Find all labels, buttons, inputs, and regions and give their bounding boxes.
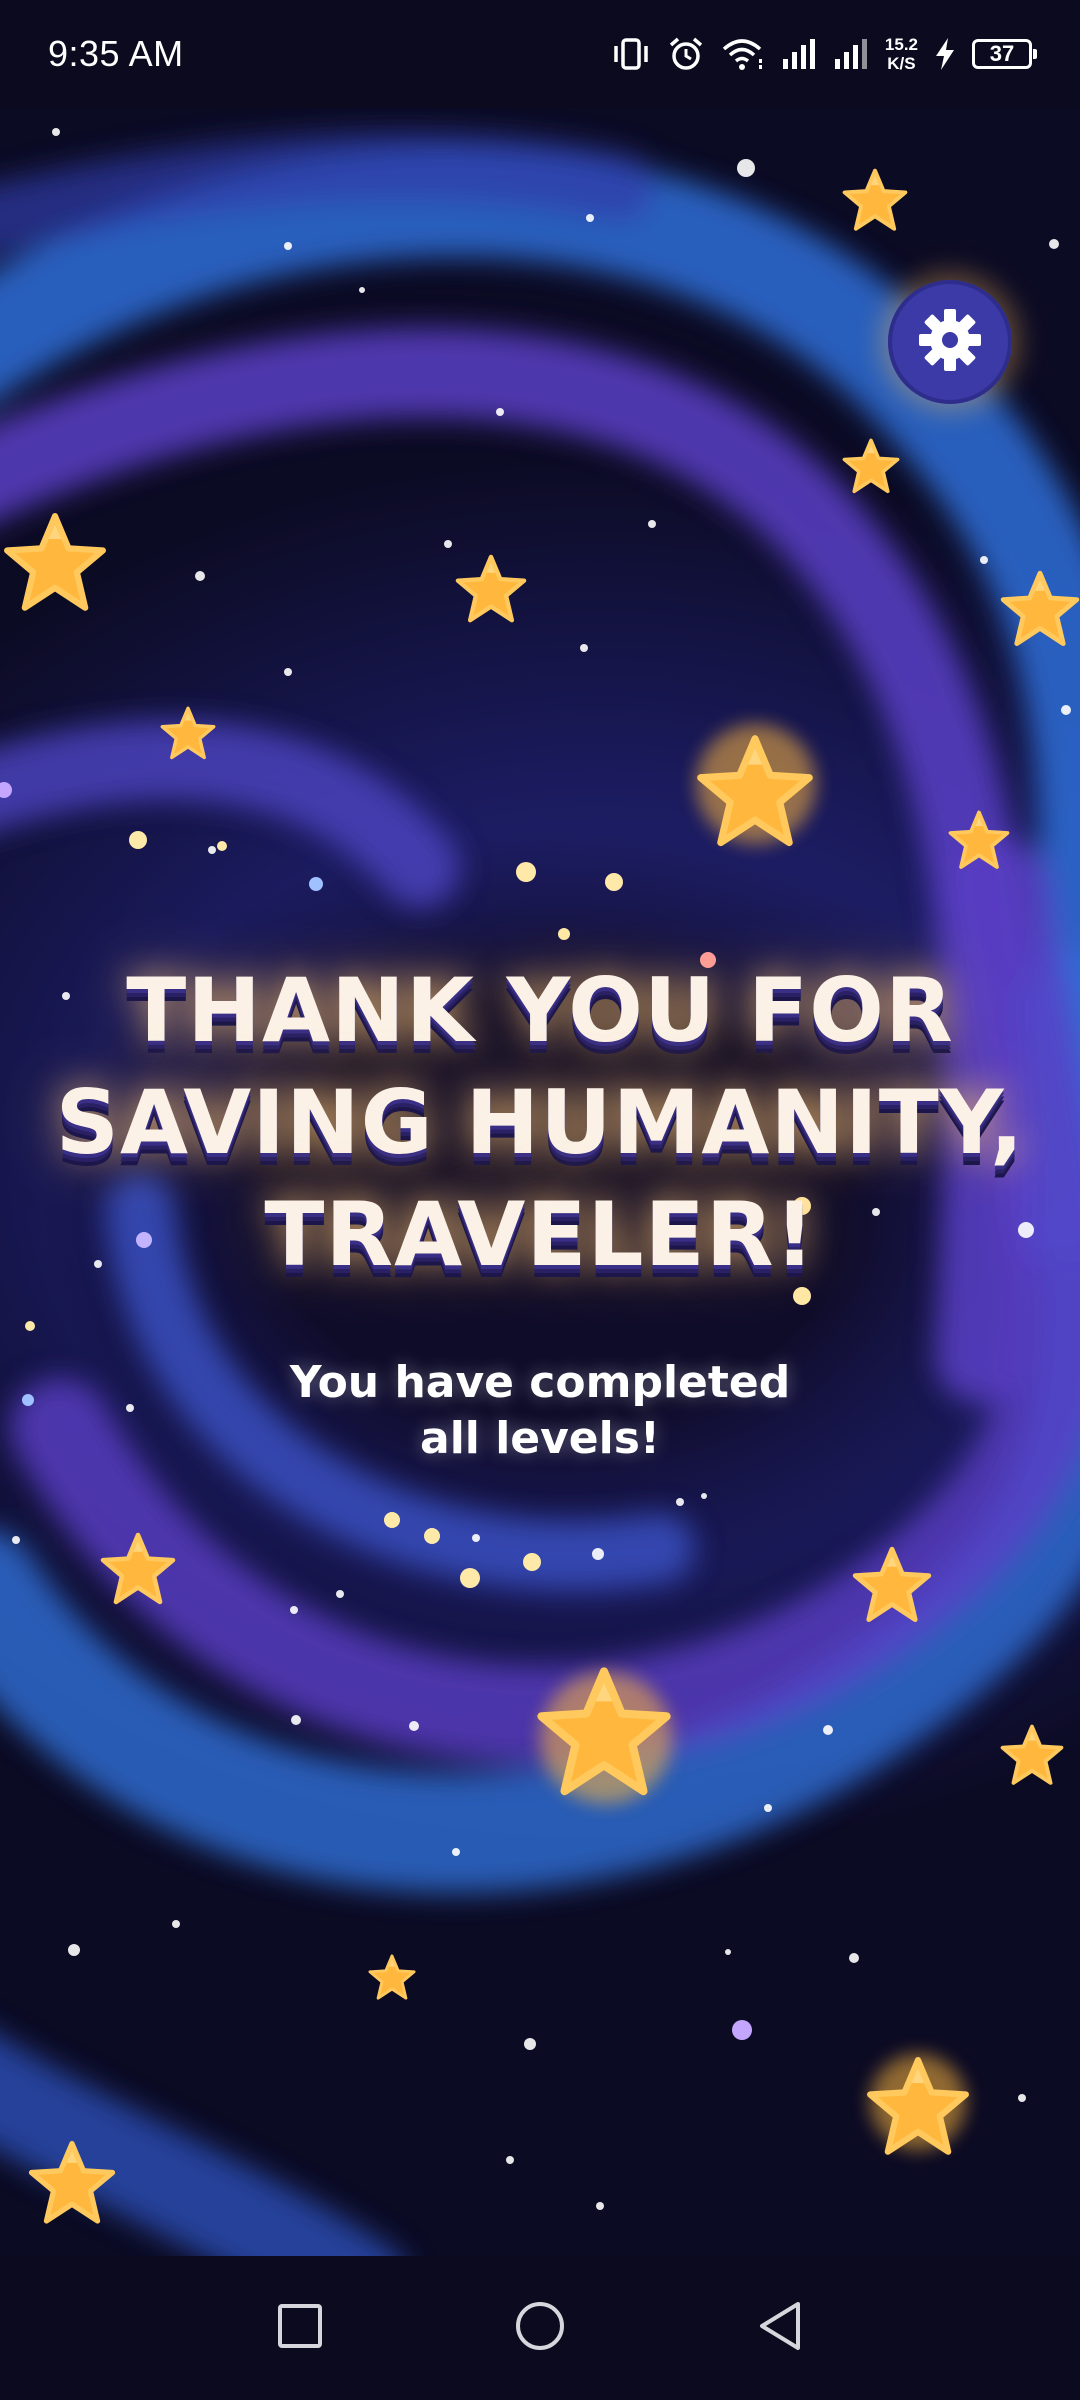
battery-indicator: 37 [972, 39, 1037, 69]
back-icon [756, 2300, 804, 2357]
signal-icon [833, 37, 869, 71]
status-icons: 15.2 K/S 37 [611, 35, 1037, 73]
headline-line-3: TRAVELER! [264, 1183, 816, 1286]
wifi-icon [721, 37, 765, 71]
completion-message-line-2: all levels! [420, 1413, 660, 1464]
completion-message-line-1: You have completed [289, 1357, 791, 1408]
gear-icon [914, 304, 986, 381]
headline-line-1: THANK YOU FOR [126, 959, 954, 1062]
status-bar: 9:35 AM 15.2 K/S 37 [0, 0, 1080, 108]
network-speed-value: 15.2 [884, 35, 918, 54]
back-button[interactable] [750, 2298, 810, 2358]
status-time: 9:35 AM [48, 33, 184, 74]
system-nav-bar [0, 2256, 1080, 2400]
home-button[interactable] [510, 2298, 570, 2358]
headline-line-2: SAVING HUMANITY, [55, 1071, 1025, 1174]
home-icon [514, 2300, 566, 2357]
completion-message: You have completed all levels! [0, 1355, 1080, 1467]
recents-button[interactable] [270, 2298, 330, 2358]
alarm-icon [667, 36, 705, 72]
app-screen: 9:35 AM 15.2 K/S 37 THANK YOU FOR SAVING… [0, 0, 1080, 2400]
victory-headline: THANK YOU FOR SAVING HUMANITY, TRAVELER! [0, 955, 1080, 1291]
settings-button[interactable] [888, 280, 1012, 404]
battery-level: 37 [989, 41, 1015, 66]
signal-icon [781, 37, 817, 71]
network-speed-unit: K/S [887, 54, 916, 73]
vibrate-icon [611, 37, 651, 71]
charging-icon [934, 37, 956, 71]
network-speed: 15.2 K/S [885, 35, 918, 73]
recents-icon [277, 2303, 323, 2354]
